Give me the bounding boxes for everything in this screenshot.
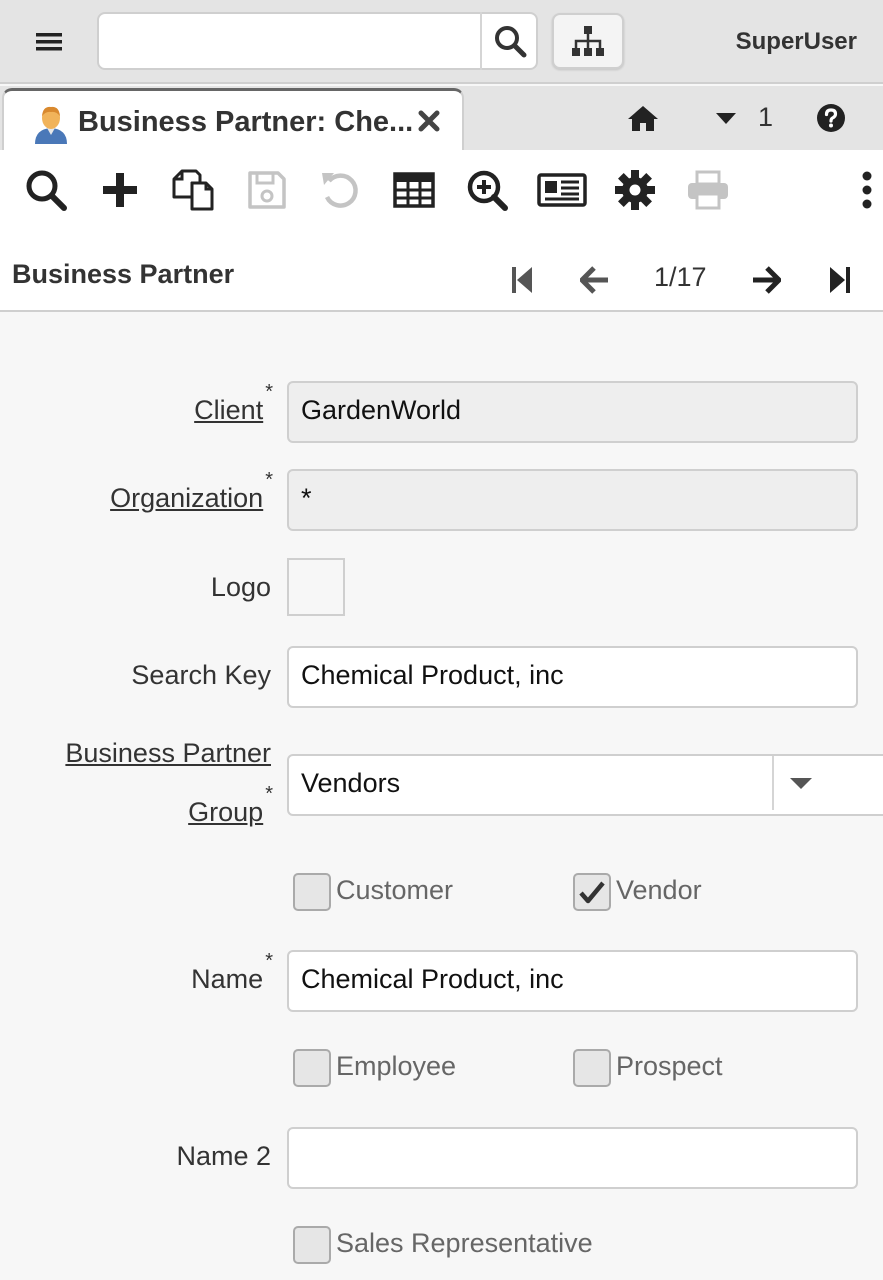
- bp-group-label-line1[interactable]: Business Partner: [65, 724, 271, 782]
- user-name[interactable]: SuperUser: [736, 28, 857, 56]
- search-icon[interactable]: [480, 12, 538, 70]
- help-icon[interactable]: [812, 100, 850, 136]
- record-position: 1/17: [654, 262, 707, 292]
- bp-group-value: Vendors: [301, 768, 401, 798]
- client-field[interactable]: GardenWorld: [287, 381, 858, 443]
- name2-label: Name 2: [176, 1141, 271, 1171]
- last-record-icon[interactable]: [820, 260, 860, 300]
- record-title: Business Partner: [12, 259, 235, 289]
- employee-checkbox-label[interactable]: Employee: [336, 1049, 456, 1083]
- copy-icon[interactable]: [169, 166, 217, 214]
- hamburger-menu-icon[interactable]: [30, 24, 68, 60]
- print-icon[interactable]: [684, 166, 732, 214]
- next-record-icon[interactable]: [746, 260, 786, 300]
- logo-label: Logo: [210, 572, 271, 602]
- vendor-checkbox-label[interactable]: Vendor: [616, 873, 702, 907]
- open-tab-count: 1: [758, 102, 774, 132]
- organization-label[interactable]: Organization*: [110, 469, 273, 527]
- organization-field[interactable]: *: [287, 469, 858, 531]
- more-vertical-icon[interactable]: [850, 166, 883, 214]
- home-icon[interactable]: [624, 100, 662, 136]
- new-record-icon[interactable]: [96, 166, 144, 214]
- prospect-checkbox-label[interactable]: Prospect: [616, 1049, 723, 1083]
- bp-group-label-line2[interactable]: Group*: [188, 783, 273, 841]
- name2-field[interactable]: [287, 1127, 858, 1189]
- name-field[interactable]: Chemical Product, inc: [287, 950, 858, 1012]
- search-key-field[interactable]: Chemical Product, inc: [287, 646, 858, 708]
- sales-rep-checkbox[interactable]: [293, 1226, 331, 1264]
- customer-checkbox-label[interactable]: Customer: [336, 873, 453, 907]
- close-icon[interactable]: [414, 104, 444, 138]
- employee-checkbox[interactable]: [293, 1049, 331, 1087]
- business-partner-icon: [32, 104, 70, 144]
- client-label[interactable]: Client*: [194, 381, 273, 439]
- search-icon[interactable]: [22, 166, 70, 214]
- previous-record-icon[interactable]: [575, 260, 615, 300]
- prospect-checkbox[interactable]: [573, 1049, 611, 1087]
- search-key-label: Search Key: [131, 660, 271, 690]
- caret-down-icon[interactable]: [712, 100, 740, 136]
- caret-down-icon[interactable]: [772, 756, 828, 810]
- checkmark-icon: [579, 881, 605, 904]
- name-label: Name*: [191, 950, 273, 994]
- sales-rep-checkbox-label[interactable]: Sales Representative: [336, 1226, 593, 1260]
- tab-title[interactable]: Business Partner: Che...: [78, 106, 413, 139]
- sitemap-icon[interactable]: [552, 13, 624, 69]
- undo-icon[interactable]: [316, 166, 364, 214]
- report-icon[interactable]: [536, 166, 588, 214]
- save-icon[interactable]: [243, 166, 291, 214]
- logo-image-field[interactable]: [287, 558, 345, 616]
- zoom-icon[interactable]: [463, 166, 511, 214]
- global-search-box: [97, 12, 538, 70]
- grid-icon[interactable]: [390, 166, 438, 214]
- first-record-icon[interactable]: [502, 260, 542, 300]
- global-search-input[interactable]: [101, 16, 480, 68]
- vendor-checkbox[interactable]: [573, 873, 611, 911]
- customer-checkbox[interactable]: [293, 873, 331, 911]
- settings-icon[interactable]: [611, 166, 659, 214]
